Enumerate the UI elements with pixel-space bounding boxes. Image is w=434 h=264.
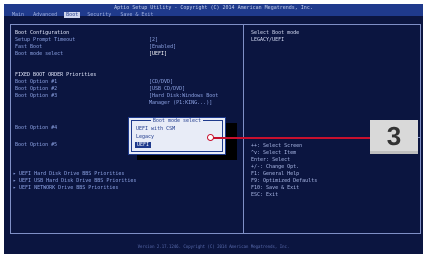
boot-option-5-label[interactable]: Boot Option #5 [15,142,57,148]
bbs-item-usb-hdd[interactable]: ▸ UEFI USB Hard Disk Drive BBS Prioritie… [13,178,136,184]
popup-option-uefi[interactable]: UEFI [135,142,152,148]
callout-dot [207,134,214,141]
boot-mode-select-label[interactable]: Boot mode select [15,51,63,57]
tab-advanced[interactable]: Advanced [31,12,59,18]
fast-boot-value[interactable]: [Enabled] [149,44,176,50]
key-change-opt: +/-: Change Opt. [251,164,300,170]
key-select-screen: ++: Select Screen [251,143,303,149]
help-text-line-1: Select Boot mode [251,30,300,36]
callout-line [212,137,370,139]
boot-configuration-heading: Boot Configuration [15,30,70,36]
bbs-item-network-label: UEFI NETWORK Drive BBS Priorities [19,185,119,191]
boot-option-3-value-cont: Manager (P1:KING...)] [149,100,213,106]
key-enter-select: Enter: Select [251,157,291,163]
key-save-exit: F10: Save & Exit [251,185,300,191]
help-text-line-2: LEGACY/UEFI [251,37,285,43]
bbs-item-network[interactable]: ▸ UEFI NETWORK Drive BBS Priorities [13,185,118,191]
key-select-item: ^v: Select Item [251,150,297,156]
key-legend: ++: Select Screen ^v: Select Item Enter:… [251,143,317,199]
key-esc-exit: ESC: Exit [251,192,279,198]
popup-title: Boot mode select [132,118,222,124]
tab-main[interactable]: Main [10,12,26,18]
boot-option-2-value[interactable]: [USB CD/DVD] [149,86,185,92]
bbs-item-hdd-label: UEFI Hard Disk Drive BBS Priorities [19,171,125,177]
tab-bar: Main Advanced Boot Security Save & Exit [10,12,157,18]
bios-title: Aptio Setup Utility - Copyright (C) 2014… [114,5,313,11]
fixed-boot-order-heading: FIXED BOOT ORDER Priorities [15,72,97,78]
callout-number-badge: 3 [370,120,418,154]
bbs-item-hdd[interactable]: ▸ UEFI Hard Disk Drive BBS Priorities [13,171,124,177]
fast-boot-label[interactable]: Fast Boot [15,44,42,50]
key-general-help: F1: General Help [251,171,300,177]
popup-option-uefi-csm[interactable]: UEFI with CSM [136,126,175,132]
bios-footer: Version 2.17.1246. Copyright (C) 2014 Am… [137,244,290,249]
boot-option-3-value[interactable]: [Hard Disk:Windows Boot [149,93,218,99]
boot-mode-select-value[interactable]: [UEFI] [149,51,167,57]
boot-option-1-value[interactable]: [CD/DVD] [149,79,173,85]
setup-prompt-timeout-label[interactable]: Setup Prompt Timeout [15,37,75,43]
boot-option-4-label[interactable]: Boot Option #4 [15,125,57,131]
panel-divider [243,25,244,233]
boot-option-1-label[interactable]: Boot Option #1 [15,79,57,85]
boot-option-2-label[interactable]: Boot Option #2 [15,86,57,92]
key-optimized-defaults: F9: Optimized Defaults [251,178,318,184]
popup-option-legacy[interactable]: Legacy [136,134,154,140]
tab-save-exit[interactable]: Save & Exit [118,12,155,18]
tab-security[interactable]: Security [85,12,113,18]
tab-boot[interactable]: Boot [64,12,81,18]
popup-title-text: Boot mode select [150,118,204,124]
bbs-item-usb-hdd-label: UEFI USB Hard Disk Drive BBS Priorities [19,178,137,184]
boot-option-3-label[interactable]: Boot Option #3 [15,93,57,99]
setup-prompt-timeout-value[interactable]: [2] [149,37,158,43]
